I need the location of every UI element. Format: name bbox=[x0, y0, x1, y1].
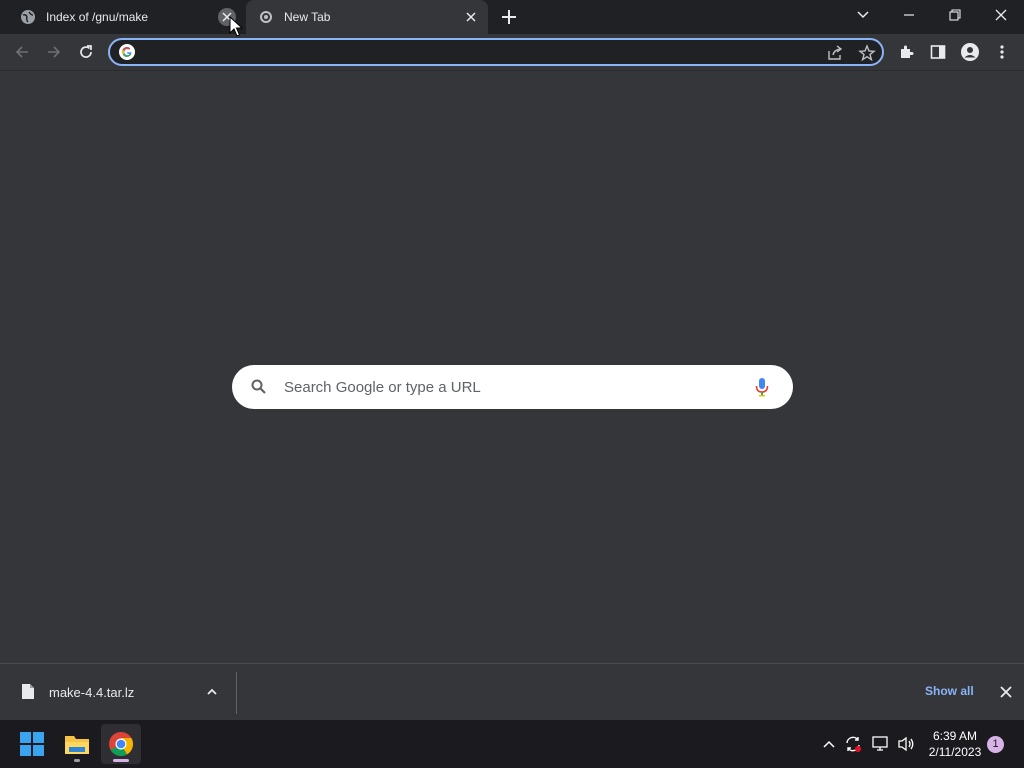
globe-icon bbox=[20, 9, 36, 25]
app-active-indicator bbox=[113, 759, 129, 762]
close-window-button[interactable] bbox=[978, 0, 1024, 30]
show-all-downloads-link[interactable]: Show all bbox=[925, 684, 974, 698]
app-running-indicator bbox=[74, 759, 80, 762]
reload-button[interactable] bbox=[74, 40, 98, 64]
forward-button[interactable] bbox=[42, 40, 66, 64]
tab-search-button[interactable] bbox=[840, 0, 886, 30]
tab-close-button[interactable] bbox=[462, 8, 480, 26]
file-explorer-icon[interactable] bbox=[57, 724, 97, 764]
start-button[interactable] bbox=[12, 724, 52, 764]
minimize-button[interactable] bbox=[886, 0, 932, 30]
file-icon bbox=[22, 684, 34, 699]
volume-icon[interactable] bbox=[896, 734, 916, 754]
new-tab-button[interactable] bbox=[498, 6, 520, 28]
download-separator bbox=[236, 672, 237, 714]
share-icon[interactable] bbox=[826, 44, 844, 62]
tab-index-gnu-make[interactable]: Index of /gnu/make bbox=[8, 0, 244, 34]
back-button[interactable] bbox=[10, 40, 34, 64]
taskbar: 6:39 AM 2/11/2023 bbox=[0, 720, 1024, 768]
tab-new-tab[interactable]: New Tab bbox=[246, 0, 488, 34]
close-icon[interactable] bbox=[998, 684, 1014, 700]
search-icon bbox=[250, 378, 268, 396]
chevron-up-icon[interactable] bbox=[205, 685, 219, 699]
menu-icon[interactable] bbox=[990, 40, 1014, 64]
download-shelf: make-4.4.tar.lz Show all bbox=[0, 663, 1024, 720]
tab-close-button[interactable] bbox=[218, 8, 236, 26]
download-filename: make-4.4.tar.lz bbox=[49, 685, 135, 700]
extensions-icon[interactable] bbox=[894, 40, 918, 64]
tab-title: New Tab bbox=[284, 10, 331, 24]
download-item[interactable]: make-4.4.tar.lz bbox=[0, 664, 236, 720]
sync-icon[interactable] bbox=[843, 734, 863, 754]
bookmark-star-icon[interactable] bbox=[858, 44, 876, 62]
network-icon[interactable] bbox=[871, 734, 891, 754]
system-clock[interactable]: 6:39 AM 2/11/2023 bbox=[922, 728, 988, 760]
search-placeholder: Search Google or type a URL bbox=[284, 379, 481, 396]
tab-strip: Index of /gnu/make New Tab bbox=[0, 0, 1024, 34]
notification-badge[interactable]: 1 bbox=[987, 736, 1004, 753]
chrome-taskbar-icon[interactable] bbox=[101, 724, 141, 764]
google-icon bbox=[119, 44, 135, 60]
tab-title: Index of /gnu/make bbox=[46, 10, 149, 24]
clock-time: 6:39 AM bbox=[932, 729, 978, 743]
address-bar[interactable] bbox=[108, 38, 884, 66]
show-hidden-icons-chevron-icon[interactable] bbox=[819, 734, 839, 754]
restore-button[interactable] bbox=[932, 0, 978, 30]
address-input[interactable] bbox=[142, 43, 822, 61]
side-panel-icon[interactable] bbox=[926, 40, 950, 64]
profile-icon[interactable] bbox=[958, 40, 982, 64]
clock-date: 2/11/2023 bbox=[928, 745, 982, 759]
chrome-icon bbox=[258, 9, 274, 25]
ntp-search-box[interactable]: Search Google or type a URL bbox=[232, 365, 793, 409]
microphone-icon[interactable] bbox=[754, 377, 770, 397]
